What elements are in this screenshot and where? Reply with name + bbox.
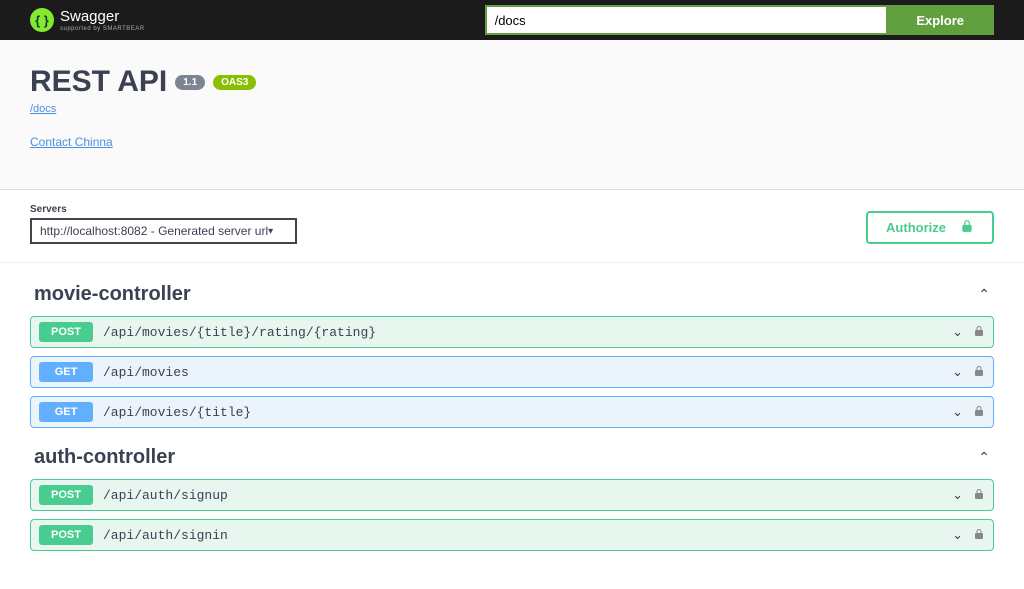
method-badge-post: POST: [39, 322, 93, 342]
swagger-brand: Swagger: [60, 8, 145, 25]
swagger-subbrand: supported by SMARTBEAR: [60, 26, 145, 32]
operation-actions: ⌄: [952, 364, 985, 380]
api-version-badge: 1.1: [175, 75, 205, 90]
operation-path: /api/movies/{title}/rating/{rating}: [103, 325, 952, 340]
topbar: { } Swagger supported by SMARTBEAR Explo…: [0, 0, 1024, 40]
swagger-logo[interactable]: { } Swagger supported by SMARTBEAR: [30, 8, 145, 32]
chevron-down-icon[interactable]: ⌄: [952, 324, 963, 340]
servers-label: Servers: [30, 204, 297, 215]
contact-link[interactable]: Contact Chinna: [30, 135, 113, 149]
operation-path: /api/auth/signin: [103, 528, 952, 543]
chevron-down-icon[interactable]: ⌄: [952, 487, 963, 503]
operation-actions: ⌄: [952, 404, 985, 420]
method-badge-post: POST: [39, 485, 93, 505]
chevron-down-icon: ▾: [268, 226, 273, 237]
operation-row[interactable]: GET/api/movies⌄: [30, 356, 994, 388]
chevron-down-icon[interactable]: ⌄: [952, 364, 963, 380]
lock-icon[interactable]: [973, 528, 985, 543]
servers-auth-row: Servers http://localhost:8082 - Generate…: [0, 190, 1024, 263]
operation-actions: ⌄: [952, 487, 985, 503]
method-badge-get: GET: [39, 402, 93, 422]
operation-row[interactable]: POST/api/auth/signup⌄: [30, 479, 994, 511]
authorize-label: Authorize: [886, 220, 946, 235]
api-title-row: REST API 1.1 OAS3: [30, 65, 994, 99]
authorize-button[interactable]: Authorize: [866, 211, 994, 244]
tag-name: movie-controller: [34, 283, 191, 306]
operation-row[interactable]: POST/api/movies/{title}/rating/{rating}⌄: [30, 316, 994, 348]
operation-path: /api/movies: [103, 365, 952, 380]
operations-content: movie-controller ⌃ POST/api/movies/{title}…: [0, 263, 1024, 589]
chevron-down-icon[interactable]: ⌄: [952, 404, 963, 420]
swagger-logo-text-stack: Swagger supported by SMARTBEAR: [60, 8, 145, 32]
api-info-section: REST API 1.1 OAS3 /docs Contact Chinna: [0, 40, 1024, 190]
operation-actions: ⌄: [952, 324, 985, 340]
oas-badge: OAS3: [213, 75, 256, 90]
lock-icon: [960, 219, 974, 236]
chevron-up-icon: ⌃: [978, 286, 990, 303]
operation-path: /api/movies/{title}: [103, 405, 952, 420]
method-badge-post: POST: [39, 525, 93, 545]
servers-selected-value: http://localhost:8082 - Generated server…: [40, 224, 268, 238]
swagger-logo-icon: { }: [30, 8, 54, 32]
docs-url-input[interactable]: [485, 5, 887, 35]
lock-icon[interactable]: [973, 405, 985, 420]
servers-block: Servers http://localhost:8082 - Generate…: [30, 204, 297, 244]
tag-name: auth-controller: [34, 446, 175, 469]
operation-row[interactable]: POST/api/auth/signin⌄: [30, 519, 994, 551]
tag-movie-controller[interactable]: movie-controller ⌃: [30, 273, 994, 316]
operation-actions: ⌄: [952, 527, 985, 543]
docs-url-link[interactable]: /docs: [30, 103, 56, 115]
method-badge-get: GET: [39, 362, 93, 382]
api-title: REST API: [30, 65, 167, 99]
chevron-down-icon[interactable]: ⌄: [952, 527, 963, 543]
explore-button[interactable]: Explore: [886, 5, 994, 35]
operation-path: /api/auth/signup: [103, 488, 952, 503]
operation-row[interactable]: GET/api/movies/{title}⌄: [30, 396, 994, 428]
lock-icon[interactable]: [973, 488, 985, 503]
lock-icon[interactable]: [973, 325, 985, 340]
url-explore-group: Explore: [345, 5, 994, 35]
lock-icon[interactable]: [973, 365, 985, 380]
chevron-up-icon: ⌃: [978, 449, 990, 466]
servers-select[interactable]: http://localhost:8082 - Generated server…: [30, 218, 297, 244]
tag-auth-controller[interactable]: auth-controller ⌃: [30, 436, 994, 479]
